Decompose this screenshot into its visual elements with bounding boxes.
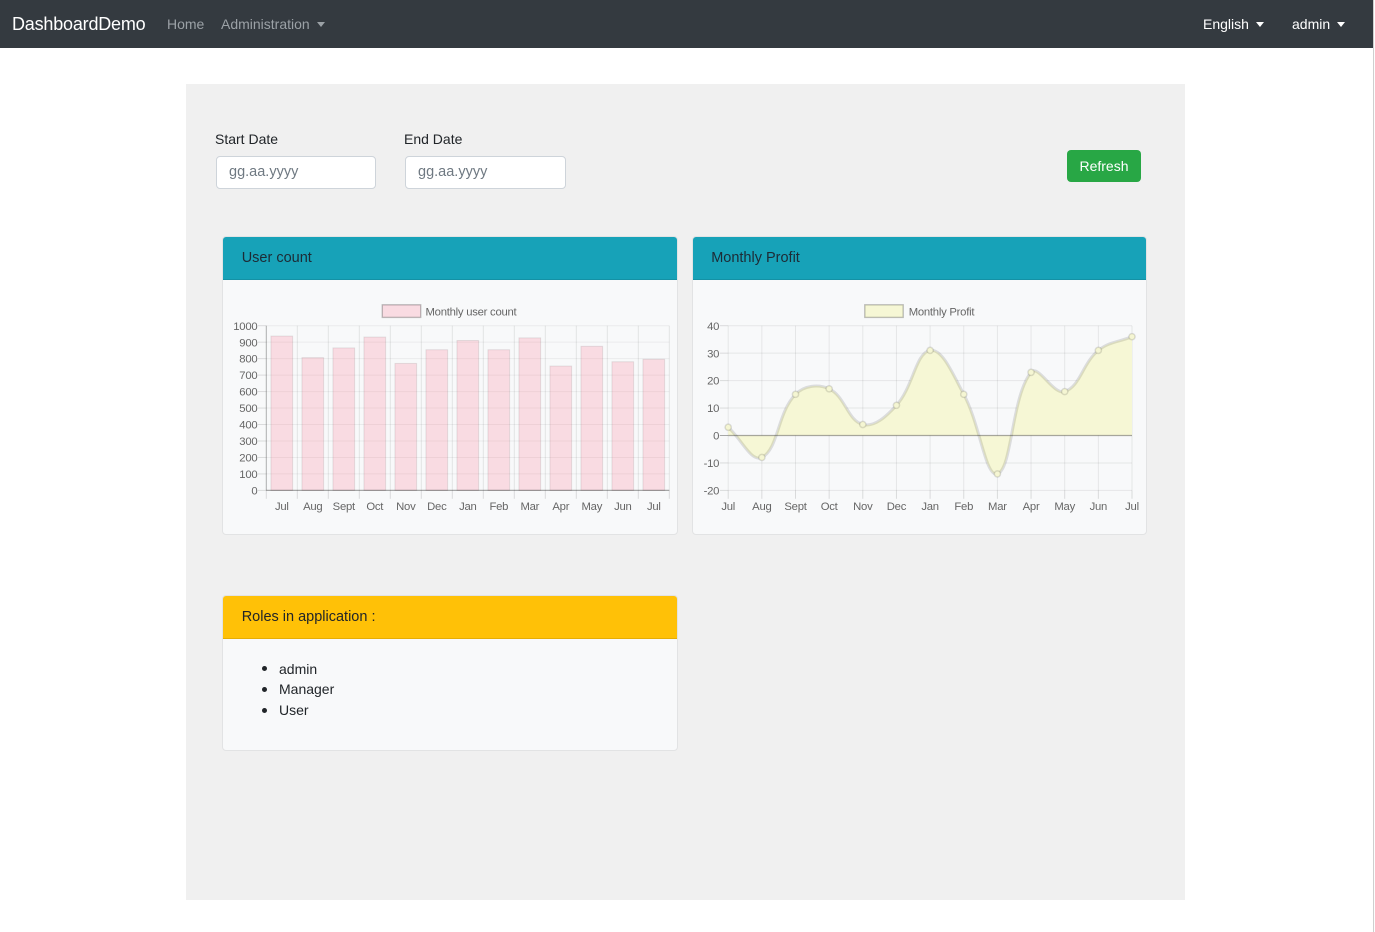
svg-text:Jan: Jan <box>459 501 476 513</box>
svg-text:Apr: Apr <box>1023 501 1040 513</box>
svg-text:Mar: Mar <box>988 501 1007 513</box>
svg-text:Oct: Oct <box>366 501 384 513</box>
svg-text:500: 500 <box>239 403 257 415</box>
svg-text:May: May <box>1054 501 1075 513</box>
svg-text:May: May <box>582 501 603 513</box>
svg-text:Jan: Jan <box>921 501 938 513</box>
svg-text:Jun: Jun <box>1090 501 1107 513</box>
svg-text:Feb: Feb <box>954 501 973 513</box>
svg-text:300: 300 <box>239 436 257 448</box>
svg-text:Jul: Jul <box>647 501 661 513</box>
svg-text:0: 0 <box>713 431 719 443</box>
svg-text:-10: -10 <box>704 458 720 470</box>
svg-text:Feb: Feb <box>489 501 508 513</box>
svg-text:400: 400 <box>239 420 257 432</box>
svg-text:-20: -20 <box>704 486 720 498</box>
svg-text:Sept: Sept <box>333 501 356 513</box>
svg-text:Jul: Jul <box>275 501 289 513</box>
svg-text:Apr: Apr <box>552 501 569 513</box>
svg-text:Monthly Profit: Monthly Profit <box>909 307 976 319</box>
svg-text:40: 40 <box>707 321 719 333</box>
svg-text:Monthly user count: Monthly user count <box>426 307 518 319</box>
svg-text:700: 700 <box>239 370 257 382</box>
svg-text:600: 600 <box>239 387 257 399</box>
svg-text:10: 10 <box>707 403 719 415</box>
svg-text:1000: 1000 <box>233 321 257 333</box>
svg-text:0: 0 <box>251 486 257 498</box>
svg-text:Nov: Nov <box>396 501 416 513</box>
svg-text:800: 800 <box>239 354 257 366</box>
svg-text:Dec: Dec <box>887 501 907 513</box>
svg-text:Jul: Jul <box>1125 501 1139 513</box>
svg-text:200: 200 <box>239 453 257 465</box>
svg-text:900: 900 <box>239 337 257 349</box>
svg-text:Jun: Jun <box>614 501 631 513</box>
svg-text:30: 30 <box>707 348 719 360</box>
svg-text:Oct: Oct <box>821 501 839 513</box>
svg-text:Aug: Aug <box>303 501 322 513</box>
svg-text:Aug: Aug <box>752 501 771 513</box>
svg-text:Sept: Sept <box>784 501 807 513</box>
svg-text:Nov: Nov <box>853 501 873 513</box>
svg-text:Mar: Mar <box>520 501 539 513</box>
svg-text:Jul: Jul <box>721 501 735 513</box>
svg-text:20: 20 <box>707 376 719 388</box>
svg-text:Dec: Dec <box>427 501 447 513</box>
svg-text:100: 100 <box>239 469 257 481</box>
